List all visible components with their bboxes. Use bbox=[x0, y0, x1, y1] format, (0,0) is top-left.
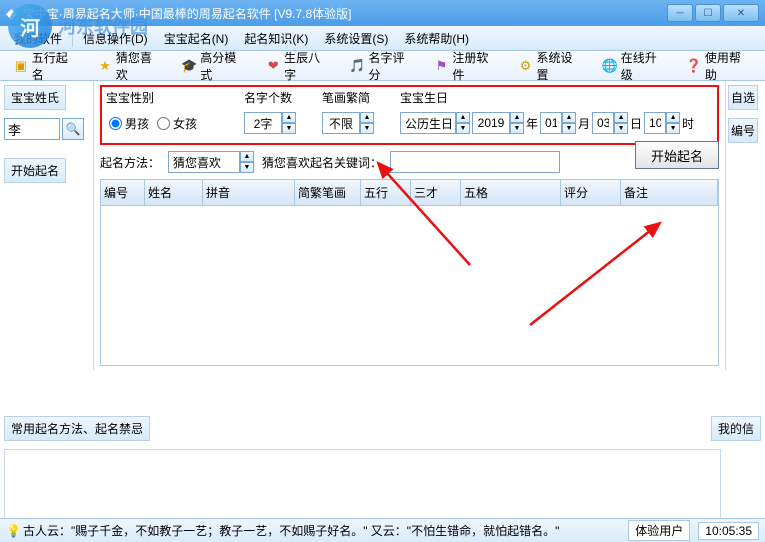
bottom-title: 常用起名方法、起名禁忌 bbox=[4, 416, 150, 441]
bulb-icon: 💡 bbox=[6, 524, 21, 538]
gear-icon: ⚙ bbox=[518, 58, 534, 74]
col-pinyin[interactable]: 拼音 bbox=[203, 180, 295, 205]
bt-down[interactable]: ▼ bbox=[456, 123, 470, 134]
gender-label: 宝宝性别 bbox=[106, 89, 236, 106]
y-up[interactable]: ▲ bbox=[510, 112, 524, 123]
keyword-label: 猜您喜欢起名关键词： bbox=[262, 154, 382, 171]
col-num[interactable]: 编号 bbox=[101, 180, 145, 205]
maximize-button[interactable]: ☐ bbox=[695, 4, 721, 22]
y-down[interactable]: ▼ bbox=[510, 123, 524, 134]
statusbar: 💡 古人云："赐子千金，不如教子一艺；教子一艺，不如赐子好名。" 又云："不怕生… bbox=[0, 518, 765, 542]
birth-type[interactable] bbox=[400, 112, 456, 134]
d-up[interactable]: ▲ bbox=[614, 112, 628, 123]
h-down[interactable]: ▼ bbox=[666, 123, 680, 134]
bottom-my: 我的信 bbox=[711, 416, 761, 441]
start-button[interactable]: 开始起名 bbox=[635, 141, 719, 169]
count-up[interactable]: ▲ bbox=[282, 112, 296, 123]
col-sancai[interactable]: 三才 bbox=[411, 180, 461, 205]
heart-icon: ❤ bbox=[265, 58, 281, 74]
question-icon: ❓ bbox=[686, 58, 702, 74]
flag-icon: ⚑ bbox=[434, 58, 450, 74]
year-input[interactable] bbox=[472, 112, 510, 134]
radio-girl[interactable]: 女孩 bbox=[157, 115, 197, 132]
year-suffix: 年 bbox=[526, 115, 538, 132]
stroke-up[interactable]: ▲ bbox=[360, 112, 374, 123]
window-title: 宝中宝·周易起名大师·中国最棒的周易起名软件 [V9.7.8体验版] bbox=[23, 5, 667, 22]
right-num: 编号 bbox=[728, 118, 758, 143]
surname-search-button[interactable]: 🔍 bbox=[62, 118, 84, 140]
mc-down[interactable]: ▼ bbox=[240, 162, 254, 173]
col-note[interactable]: 备注 bbox=[621, 180, 718, 205]
m-up[interactable]: ▲ bbox=[562, 112, 576, 123]
month-suffix: 月 bbox=[578, 115, 590, 132]
count-label: 名字个数 bbox=[244, 89, 314, 106]
toolbar: ▣五行起名 ★猜您喜欢 🎓高分模式 ❤生辰八字 🎵名字评分 ⚑注册软件 ⚙系统设… bbox=[0, 51, 765, 81]
search-icon: 🔍 bbox=[66, 122, 81, 136]
birth-label: 宝宝生日 bbox=[400, 89, 713, 106]
hour-suffix: 时 bbox=[682, 115, 694, 132]
start-panel-title: 开始起名 bbox=[4, 158, 66, 183]
star-icon: ★ bbox=[97, 58, 113, 74]
h-up[interactable]: ▲ bbox=[666, 112, 680, 123]
keyword-input[interactable] bbox=[390, 151, 560, 173]
graduate-icon: 🎓 bbox=[181, 58, 197, 74]
bottom-content bbox=[4, 449, 721, 519]
app-icon: ◆ bbox=[6, 5, 17, 22]
bt-up[interactable]: ▲ bbox=[456, 112, 470, 123]
square-icon: ▣ bbox=[13, 58, 29, 74]
surname-label: 宝宝姓氏 bbox=[4, 85, 66, 110]
count-input[interactable] bbox=[244, 112, 282, 134]
month-input[interactable] bbox=[540, 112, 562, 134]
m-down[interactable]: ▼ bbox=[562, 123, 576, 134]
method-label: 起名方法： bbox=[100, 154, 160, 171]
day-input[interactable] bbox=[592, 112, 614, 134]
col-stroke[interactable]: 简繁笔画 bbox=[295, 180, 361, 205]
d-down[interactable]: ▼ bbox=[614, 123, 628, 134]
day-suffix: 日 bbox=[630, 115, 642, 132]
status-user: 体验用户 bbox=[628, 520, 690, 541]
results-grid-header: 编号 姓名 拼音 简繁笔画 五行 三才 五格 评分 备注 bbox=[100, 179, 719, 206]
status-quote: 古人云："赐子千金，不如教子一艺；教子一艺，不如赐子好名。" 又云："不怕生错命… bbox=[23, 522, 559, 539]
col-score[interactable]: 评分 bbox=[561, 180, 621, 205]
col-name[interactable]: 姓名 bbox=[145, 180, 203, 205]
results-grid-body[interactable] bbox=[100, 206, 719, 366]
globe-icon: 🌐 bbox=[602, 58, 618, 74]
surname-input[interactable] bbox=[4, 118, 60, 140]
count-down[interactable]: ▼ bbox=[282, 123, 296, 134]
col-wuge[interactable]: 五格 bbox=[461, 180, 561, 205]
method-combo[interactable] bbox=[168, 151, 240, 173]
mc-up[interactable]: ▲ bbox=[240, 151, 254, 162]
radio-boy[interactable]: 男孩 bbox=[109, 115, 149, 132]
col-wuxing[interactable]: 五行 bbox=[361, 180, 411, 205]
note-icon: 🎵 bbox=[349, 58, 365, 74]
stroke-label: 笔画繁简 bbox=[322, 89, 392, 106]
stroke-input[interactable] bbox=[322, 112, 360, 134]
right-auto: 自选 bbox=[728, 85, 758, 110]
stroke-down[interactable]: ▼ bbox=[360, 123, 374, 134]
status-time: 10:05:35 bbox=[698, 522, 759, 540]
options-highlight-box: 宝宝性别 男孩 女孩 名字个数 ▲▼ 笔画繁简 ▲▼ 宝宝生日 ▲▼ ▲▼ 年 bbox=[100, 85, 719, 145]
hour-input[interactable] bbox=[644, 112, 666, 134]
minimize-button[interactable]: ─ bbox=[667, 4, 693, 22]
close-button[interactable]: ✕ bbox=[723, 4, 759, 22]
